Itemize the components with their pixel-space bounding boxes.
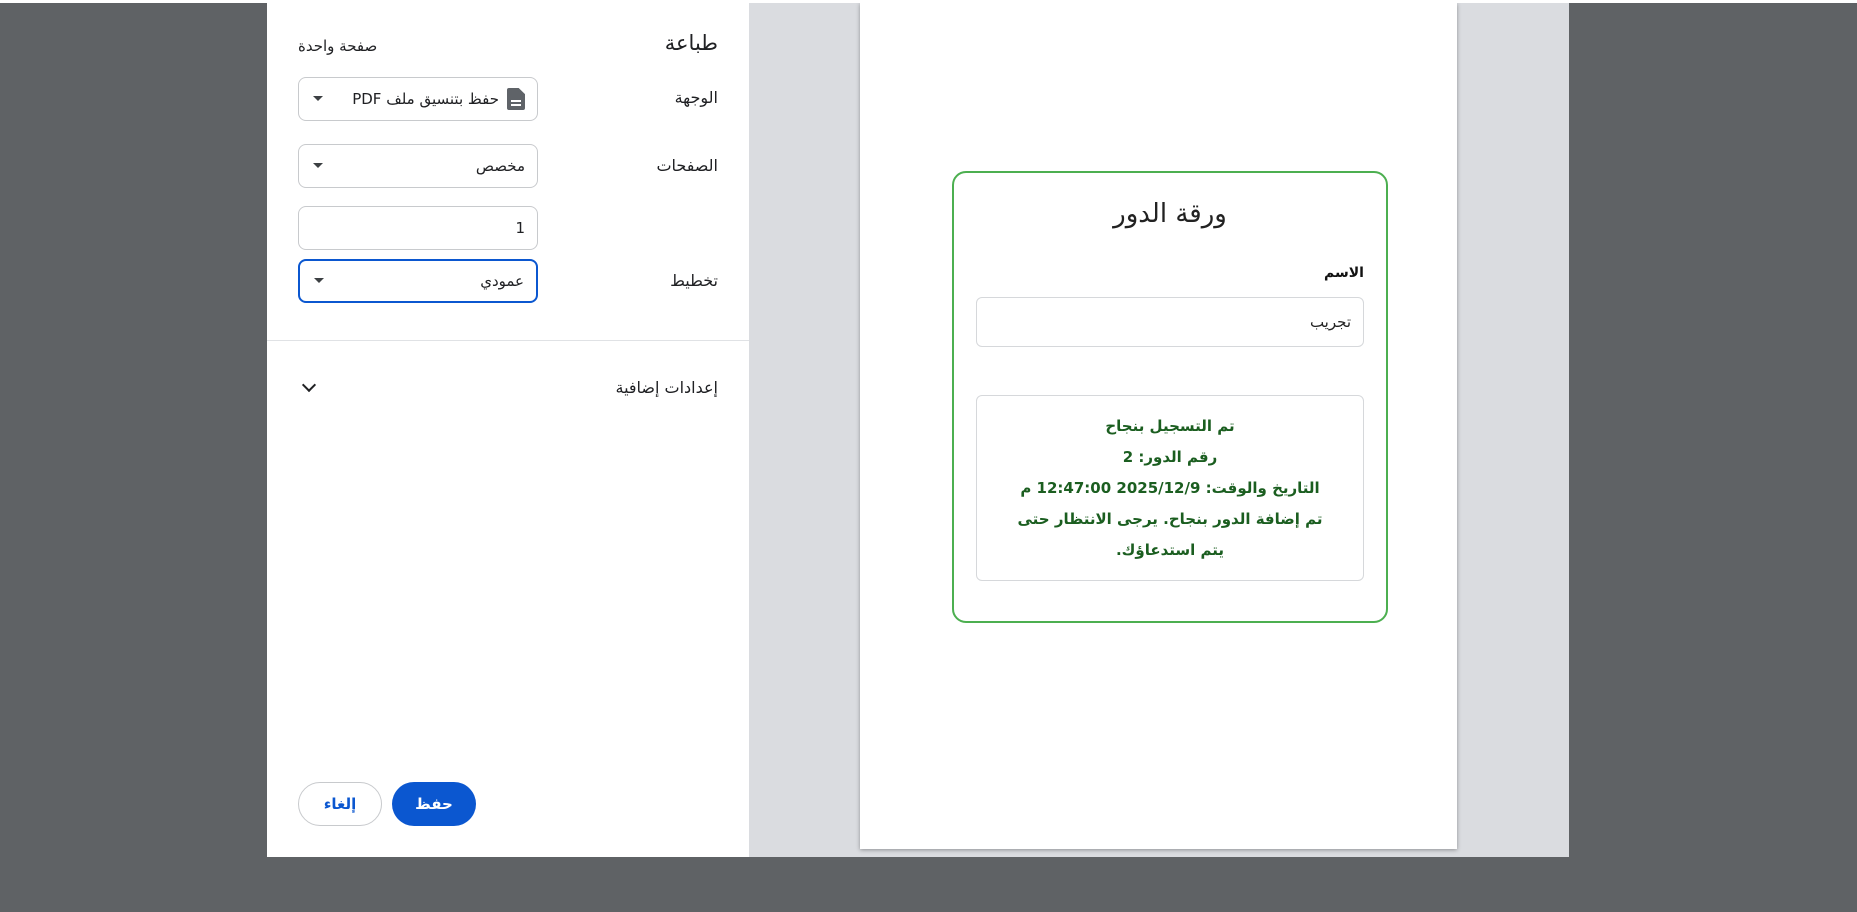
document-icon bbox=[507, 88, 525, 110]
destination-select[interactable]: حفظ بتنسيق ملف PDF bbox=[298, 77, 538, 121]
success-message-box: تم التسجيل بنجاح رقم الدور: 2 التاريخ وا… bbox=[976, 395, 1364, 581]
save-button[interactable]: حفظ bbox=[392, 782, 476, 826]
queue-number: رقم الدور: 2 bbox=[1122, 447, 1218, 466]
pages-label: الصفحات bbox=[656, 156, 718, 175]
pages-value: مخصص bbox=[475, 157, 525, 175]
layout-label: تخطيط bbox=[670, 271, 718, 290]
dropdown-caret-icon bbox=[313, 163, 323, 168]
more-settings-label: إعدادات إضافية bbox=[615, 377, 718, 397]
dialog-title: طباعة bbox=[664, 31, 718, 55]
print-preview-page: ورقة الدور الاسم تجريب تم التسجيل بنجاح … bbox=[860, 3, 1457, 849]
print-settings-panel: طباعة صفحة واحدة الوجهة حفظ بتنسيق ملف P… bbox=[267, 3, 749, 857]
layout-select[interactable]: عمودي bbox=[298, 259, 538, 303]
wait-message: تم إضافة الدور بنجاح. يرجى الانتظار حتى … bbox=[1017, 509, 1323, 559]
print-dialog: طباعة صفحة واحدة الوجهة حفظ بتنسيق ملف P… bbox=[267, 3, 1569, 857]
destination-value: حفظ بتنسيق ملف PDF bbox=[352, 90, 499, 108]
name-value: تجريب bbox=[1309, 313, 1351, 331]
date-time: التاريخ والوقت: 2025/12/9 12:47:00 م bbox=[1020, 478, 1320, 497]
layout-value: عمودي bbox=[480, 272, 524, 290]
section-divider bbox=[267, 340, 749, 341]
dropdown-caret-icon bbox=[314, 278, 324, 283]
ticket-title: ورقة الدور bbox=[1113, 199, 1227, 229]
success-title: تم التسجيل بنجاح bbox=[1105, 416, 1235, 435]
destination-label: الوجهة bbox=[674, 88, 718, 107]
name-field: تجريب bbox=[976, 297, 1364, 347]
more-settings-toggle[interactable]: إعدادات إضافية bbox=[298, 367, 718, 407]
pages-select[interactable]: مخصص bbox=[298, 144, 538, 188]
chevron-down-icon bbox=[301, 377, 317, 393]
cancel-button[interactable]: إلغاء bbox=[298, 782, 382, 826]
dropdown-caret-icon bbox=[313, 96, 323, 101]
sheet-count: صفحة واحدة bbox=[298, 37, 378, 55]
queue-ticket-card: ورقة الدور الاسم تجريب تم التسجيل بنجاح … bbox=[952, 171, 1388, 623]
name-label: الاسم bbox=[1324, 265, 1364, 281]
custom-pages-input[interactable] bbox=[298, 206, 538, 250]
